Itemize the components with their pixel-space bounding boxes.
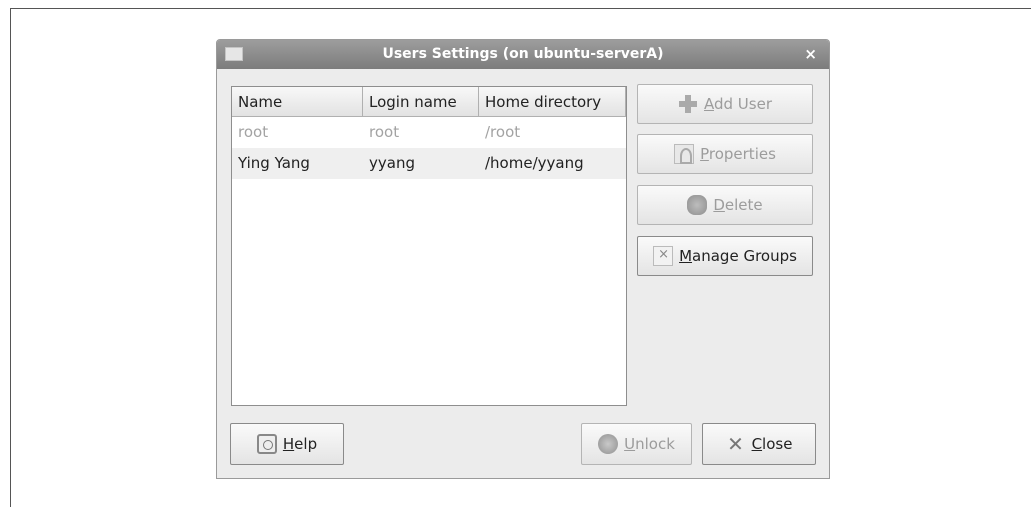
cell-name: root	[238, 123, 269, 141]
delete-button[interactable]: Delete	[637, 185, 813, 225]
properties-icon	[674, 144, 695, 164]
cell-login-name: yyang	[369, 154, 415, 172]
unlock-button[interactable]: Unlock	[581, 423, 692, 465]
column-header-login-name[interactable]: Login name	[363, 87, 479, 117]
table-row[interactable]: root root /root	[232, 117, 626, 148]
plus-icon	[678, 94, 698, 114]
cell-login-name: root	[369, 123, 400, 141]
delete-mnemonic: D	[713, 196, 725, 214]
cell-home-directory: /home/yyang	[485, 154, 584, 172]
users-list[interactable]: Name Login name Home directory root root…	[231, 86, 627, 406]
properties-label: roperties	[708, 145, 776, 163]
add-user-button[interactable]: Add User	[637, 84, 813, 124]
cell-home-directory: /root	[485, 123, 521, 141]
table-row[interactable]: Ying Yang yyang /home/yyang	[232, 148, 626, 179]
close-label: lose	[762, 435, 793, 453]
window-close-icon[interactable]: ×	[804, 40, 817, 69]
delete-label: elete	[724, 196, 763, 214]
manage-groups-label: anage Groups	[692, 247, 797, 265]
users-settings-dialog: Users Settings (on ubuntu-serverA) × Nam…	[216, 39, 830, 479]
title-bar: Users Settings (on ubuntu-serverA) ×	[217, 40, 829, 69]
help-label: elp	[294, 435, 318, 453]
column-header-home-directory[interactable]: Home directory	[479, 87, 626, 117]
column-header-name[interactable]: Name	[232, 87, 363, 117]
manage-groups-button[interactable]: Manage Groups	[637, 236, 813, 276]
properties-mnemonic: P	[700, 145, 709, 163]
close-button[interactable]: ✕ Close	[702, 423, 816, 465]
window-menu-icon[interactable]	[225, 47, 243, 61]
properties-button[interactable]: Properties	[637, 134, 813, 174]
groups-icon	[653, 246, 674, 266]
unlock-label: nlock	[635, 435, 675, 453]
window-title: Users Settings (on ubuntu-serverA)	[382, 46, 664, 62]
cell-name: Ying Yang	[238, 154, 310, 172]
close-mnemonic: C	[751, 435, 763, 453]
help-mnemonic: H	[282, 435, 295, 453]
list-header: Name Login name Home directory	[232, 87, 626, 117]
add-user-label: dd User	[713, 95, 772, 113]
delete-icon	[687, 195, 708, 215]
help-button[interactable]: Help	[230, 423, 344, 465]
add-user-mnemonic: A	[703, 95, 714, 113]
unlock-icon	[598, 434, 619, 454]
help-icon	[256, 434, 277, 454]
unlock-mnemonic: U	[624, 435, 636, 453]
manage-groups-mnemonic: M	[679, 247, 693, 265]
close-icon: ✕	[727, 432, 744, 456]
